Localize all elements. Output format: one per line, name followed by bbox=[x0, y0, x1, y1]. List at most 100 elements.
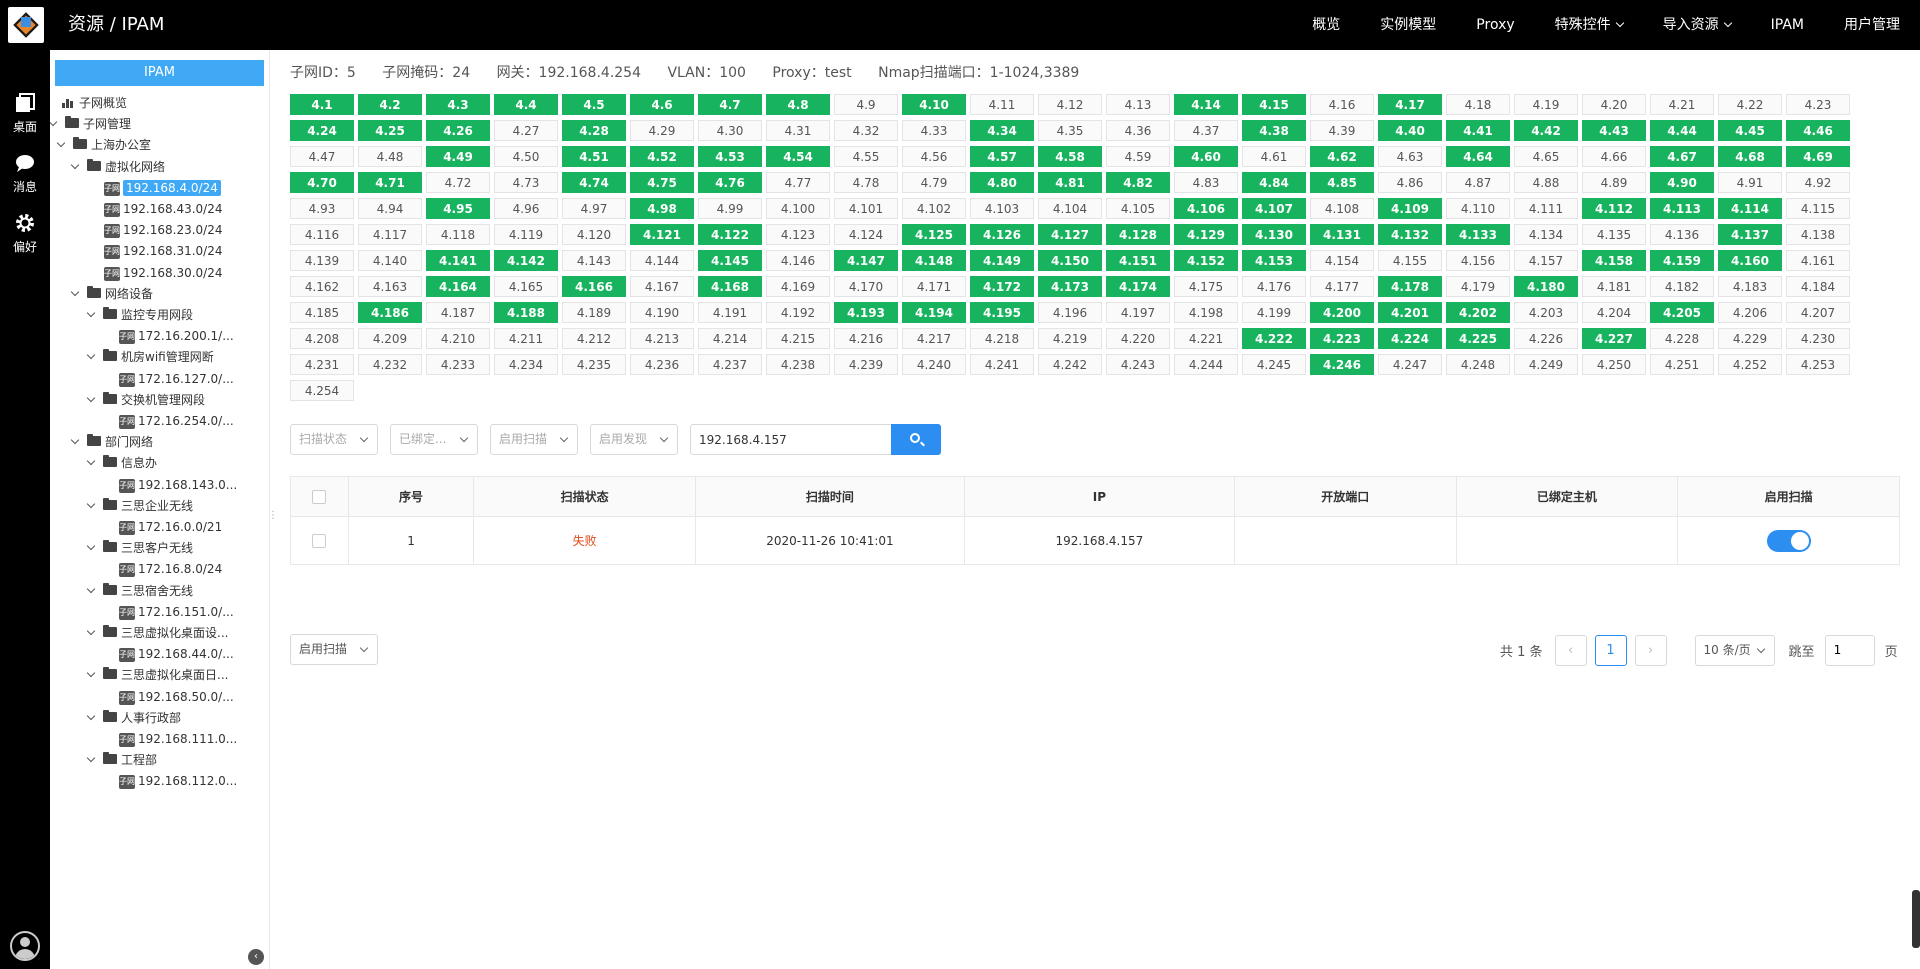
ip-cell-used[interactable]: 4.98 bbox=[630, 198, 694, 219]
ip-cell-free[interactable]: 4.241 bbox=[970, 354, 1034, 375]
tree-item-subnet[interactable]: 子网 192.168.112.0... bbox=[119, 770, 237, 792]
tree-item-subnet[interactable]: 子网 192.168.31.0/24 bbox=[104, 240, 222, 262]
ip-cell-used[interactable]: 4.131 bbox=[1310, 224, 1374, 245]
ip-cell-free[interactable]: 4.144 bbox=[630, 250, 694, 271]
ip-cell-used[interactable]: 4.180 bbox=[1514, 276, 1578, 297]
ip-cell-free[interactable]: 4.229 bbox=[1718, 328, 1782, 349]
ip-cell-free[interactable]: 4.22 bbox=[1718, 94, 1782, 115]
ip-cell-free[interactable]: 4.104 bbox=[1038, 198, 1102, 219]
ip-cell-free[interactable]: 4.111 bbox=[1514, 198, 1578, 219]
ip-cell-free[interactable]: 4.108 bbox=[1310, 198, 1374, 219]
ip-cell-free[interactable]: 4.248 bbox=[1446, 354, 1510, 375]
ip-cell-free[interactable]: 4.235 bbox=[562, 354, 626, 375]
ip-cell-used[interactable]: 4.26 bbox=[426, 120, 490, 141]
ip-cell-used[interactable]: 4.121 bbox=[630, 224, 694, 245]
ip-cell-free[interactable]: 4.155 bbox=[1378, 250, 1442, 271]
ip-cell-free[interactable]: 4.117 bbox=[358, 224, 422, 245]
bound-select[interactable]: 已绑定... bbox=[390, 424, 478, 455]
ip-cell-used[interactable]: 4.147 bbox=[834, 250, 898, 271]
chevron-down-icon[interactable] bbox=[70, 160, 80, 169]
ip-cell-free[interactable]: 4.198 bbox=[1174, 302, 1238, 323]
tree-item-folder[interactable]: 机房wifi管理网断 bbox=[86, 346, 214, 368]
ip-cell-used[interactable]: 4.58 bbox=[1038, 146, 1102, 167]
ip-cell-free[interactable]: 4.11 bbox=[970, 94, 1034, 115]
ip-cell-free[interactable]: 4.251 bbox=[1650, 354, 1714, 375]
tree-item-subnet[interactable]: 子网 192.168.111.0... bbox=[119, 728, 237, 750]
ip-cell-free[interactable]: 4.169 bbox=[766, 276, 830, 297]
ip-cell-used[interactable]: 4.137 bbox=[1718, 224, 1782, 245]
chevron-down-icon[interactable] bbox=[86, 541, 96, 551]
ip-cell-used[interactable]: 4.122 bbox=[698, 224, 762, 245]
enable-discovery-select[interactable]: 启用发现 bbox=[590, 424, 678, 455]
ip-cell-free[interactable]: 4.12 bbox=[1038, 94, 1102, 115]
ip-cell-free[interactable]: 4.96 bbox=[494, 198, 558, 219]
ip-cell-free[interactable]: 4.234 bbox=[494, 354, 558, 375]
ip-cell-free[interactable]: 4.154 bbox=[1310, 250, 1374, 271]
ip-cell-used[interactable]: 4.25 bbox=[358, 120, 422, 141]
ip-cell-free[interactable]: 4.197 bbox=[1106, 302, 1170, 323]
ip-cell-free[interactable]: 4.66 bbox=[1582, 146, 1646, 167]
ip-cell-free[interactable]: 4.191 bbox=[698, 302, 762, 323]
bulk-action-select[interactable]: 启用扫描 bbox=[290, 634, 378, 665]
ip-cell-free[interactable]: 4.16 bbox=[1310, 94, 1374, 115]
ip-cell-free[interactable]: 4.187 bbox=[426, 302, 490, 323]
ip-cell-free[interactable]: 4.189 bbox=[562, 302, 626, 323]
ip-cell-used[interactable]: 4.15 bbox=[1242, 94, 1306, 115]
ip-cell-used[interactable]: 4.81 bbox=[1038, 172, 1102, 193]
tree-item-folder[interactable]: 三思虚拟化桌面日... bbox=[86, 664, 228, 686]
ip-cell-used[interactable]: 4.225 bbox=[1446, 328, 1510, 349]
ip-cell-used[interactable]: 4.40 bbox=[1378, 120, 1442, 141]
ip-cell-free[interactable]: 4.140 bbox=[358, 250, 422, 271]
ip-cell-used[interactable]: 4.2 bbox=[358, 94, 422, 115]
resize-handle-icon[interactable]: ⋮ bbox=[268, 510, 278, 524]
ip-cell-used[interactable]: 4.141 bbox=[426, 250, 490, 271]
tree-item-subnet[interactable]: 子网 192.168.44.0/... bbox=[119, 643, 234, 665]
ip-cell-free[interactable]: 4.231 bbox=[290, 354, 354, 375]
tree-item-subnet[interactable]: 子网 172.16.127.0/... bbox=[119, 368, 234, 390]
chevron-down-icon[interactable] bbox=[86, 499, 96, 509]
ip-cell-used[interactable]: 4.142 bbox=[494, 250, 558, 271]
ip-cell-used[interactable]: 4.7 bbox=[698, 94, 762, 115]
tree-item-folder[interactable]: 三思客户无线 bbox=[86, 537, 193, 559]
tree-item-folder[interactable]: 虚拟化网络 bbox=[70, 156, 165, 178]
ip-cell-used[interactable]: 4.186 bbox=[358, 302, 422, 323]
ip-cell-free[interactable]: 4.230 bbox=[1786, 328, 1850, 349]
ip-cell-used[interactable]: 4.168 bbox=[698, 276, 762, 297]
ip-cell-free[interactable]: 4.196 bbox=[1038, 302, 1102, 323]
ip-cell-free[interactable]: 4.139 bbox=[290, 250, 354, 271]
ip-cell-free[interactable]: 4.161 bbox=[1786, 250, 1850, 271]
ip-cell-free[interactable]: 4.211 bbox=[494, 328, 558, 349]
ip-cell-free[interactable]: 4.103 bbox=[970, 198, 1034, 219]
ip-cell-free[interactable]: 4.237 bbox=[698, 354, 762, 375]
ip-cell-free[interactable]: 4.213 bbox=[630, 328, 694, 349]
ip-cell-used[interactable]: 4.3 bbox=[426, 94, 490, 115]
ip-cell-free[interactable]: 4.48 bbox=[358, 146, 422, 167]
ip-cell-free[interactable]: 4.190 bbox=[630, 302, 694, 323]
ip-cell-used[interactable]: 4.70 bbox=[290, 172, 354, 193]
ip-cell-used[interactable]: 4.172 bbox=[970, 276, 1034, 297]
ip-cell-free[interactable]: 4.138 bbox=[1786, 224, 1850, 245]
tree-item-subnet[interactable]: 子网 172.16.8.0/24 bbox=[119, 558, 222, 580]
enable-scan-select[interactable]: 启用扫描 bbox=[490, 424, 578, 455]
ip-cell-used[interactable]: 4.4 bbox=[494, 94, 558, 115]
ip-cell-used[interactable]: 4.95 bbox=[426, 198, 490, 219]
ip-cell-free[interactable]: 4.240 bbox=[902, 354, 966, 375]
page-button[interactable]: 1 bbox=[1594, 634, 1627, 666]
ip-cell-used[interactable]: 4.106 bbox=[1174, 198, 1238, 219]
ip-cell-free[interactable]: 4.27 bbox=[494, 120, 558, 141]
ip-cell-used[interactable]: 4.164 bbox=[426, 276, 490, 297]
ip-cell-free[interactable]: 4.254 bbox=[290, 380, 354, 401]
ip-cell-used[interactable]: 4.126 bbox=[970, 224, 1034, 245]
ip-cell-used[interactable]: 4.71 bbox=[358, 172, 422, 193]
tree-item-subnet[interactable]: 子网 172.16.200.1/... bbox=[119, 325, 234, 347]
tree-item-folder[interactable]: 工程部 bbox=[86, 749, 157, 771]
ip-cell-free[interactable]: 4.232 bbox=[358, 354, 422, 375]
ip-cell-free[interactable]: 4.199 bbox=[1242, 302, 1306, 323]
chevron-down-icon[interactable] bbox=[70, 435, 80, 445]
ip-cell-used[interactable]: 4.127 bbox=[1038, 224, 1102, 245]
ip-cell-used[interactable]: 4.84 bbox=[1242, 172, 1306, 193]
nav-item[interactable]: Proxy bbox=[1456, 0, 1534, 50]
ip-cell-used[interactable]: 4.8 bbox=[766, 94, 830, 115]
ip-cell-used[interactable]: 4.69 bbox=[1786, 146, 1850, 167]
ip-cell-used[interactable]: 4.10 bbox=[902, 94, 966, 115]
